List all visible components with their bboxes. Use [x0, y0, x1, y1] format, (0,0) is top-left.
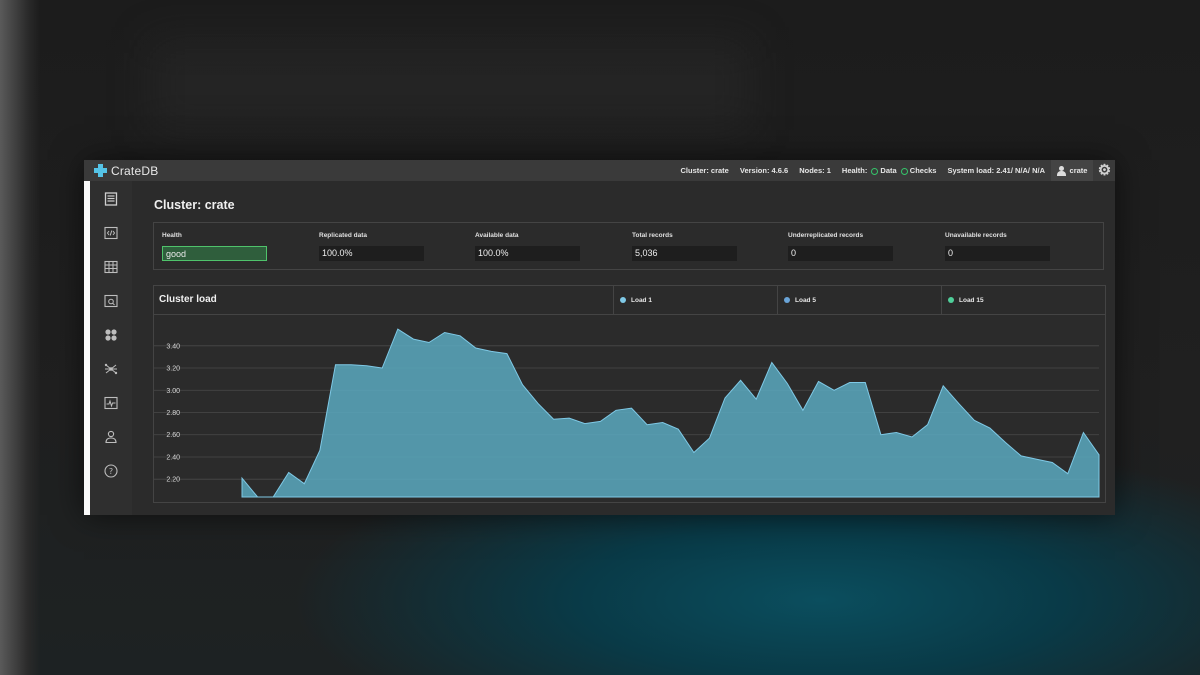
y-tick-label: 2.60: [166, 432, 180, 439]
y-tick-label: 3.20: [166, 366, 180, 373]
cluster-name: Cluster: crate: [680, 166, 729, 175]
cluster-version: Version: 4.6.6: [739, 166, 789, 175]
health-status: Health: Data Checks: [842, 166, 937, 175]
health-value: good: [162, 246, 267, 261]
stat-label: Health: [162, 232, 182, 239]
legend-label: Load 1: [631, 296, 652, 304]
cluster-load-title: Cluster load: [159, 294, 217, 305]
y-tick-label: 3.40: [166, 343, 180, 350]
checks-health-icon: [900, 167, 908, 175]
overview-icon[interactable]: [102, 190, 120, 208]
legend-load-5[interactable]: Load 5: [777, 286, 941, 314]
console-icon[interactable]: [102, 224, 120, 242]
health-data: Data: [880, 166, 897, 175]
legend-swatch: [948, 297, 954, 303]
help-icon[interactable]: ?: [102, 462, 120, 480]
user-icon: [1056, 165, 1066, 176]
cluster-load-panel: Cluster load Load 1 Load 5 Load 15 2.20 2…: [153, 285, 1106, 503]
stat-label: Available data: [475, 232, 519, 239]
legend-load-15[interactable]: Load 15: [941, 286, 1105, 314]
stat-health: Health good: [154, 223, 311, 271]
stat-value: 100.0%: [475, 246, 580, 261]
sidebar: ?: [90, 181, 132, 515]
app-name: CrateDB: [111, 163, 159, 178]
load-1-area: [241, 328, 1100, 498]
y-tick-label: 2.20: [166, 477, 180, 484]
stat-label: Unavailable records: [945, 232, 1007, 239]
tables-icon[interactable]: [102, 258, 120, 276]
stat-available-data: Available data 100.0%: [467, 223, 624, 271]
legend-label: Load 15: [959, 296, 984, 304]
cluster-load-chart: 2.20 2.40 2.60 2.80 3.00 3.20 3.40: [154, 328, 1100, 498]
page-title: Cluster: crate: [154, 198, 235, 212]
cluster-icon[interactable]: [102, 360, 120, 378]
y-tick-label: 2.40: [166, 454, 180, 461]
stat-label: Replicated data: [319, 232, 368, 239]
data-health-icon: [871, 167, 879, 175]
app-window: CrateDB Cluster: crate Version: 4.6.6 No…: [84, 160, 1115, 515]
legend-load-1[interactable]: Load 1: [613, 286, 777, 314]
users-icon[interactable]: [102, 428, 120, 446]
cluster-status: Cluster: crate Version: 4.6.6 Nodes: 1 H…: [681, 160, 1046, 181]
health-checks[interactable]: Checks: [910, 166, 937, 175]
main-content: Cluster: crate Health good Replicated da…: [132, 181, 1115, 515]
stat-value: 5,036: [632, 246, 737, 261]
cluster-stats-panel: Health good Replicated data 100.0% Avail…: [153, 222, 1104, 270]
y-tick-label: 3.00: [166, 388, 180, 395]
stat-replicated-data: Replicated data 100.0%: [311, 223, 468, 271]
health-label: Health:: [841, 166, 868, 175]
user-menu[interactable]: crate: [1051, 160, 1093, 181]
top-bar: CrateDB Cluster: crate Version: 4.6.6 No…: [84, 160, 1115, 181]
cluster-load-header: Cluster load Load 1 Load 5 Load 15: [154, 286, 1105, 315]
system-load: System load: 2.41/ N/A/ N/A: [947, 166, 1045, 175]
crate-logo[interactable]: CrateDB: [94, 163, 158, 178]
stat-value: 0: [945, 246, 1050, 261]
crate-plus-icon: [94, 164, 107, 177]
node-count: Nodes: 1: [799, 166, 831, 175]
legend-swatch: [620, 297, 626, 303]
stat-underreplicated-records: Underreplicated records 0: [780, 223, 937, 271]
stat-value: 100.0%: [319, 246, 424, 261]
user-name: crate: [1069, 166, 1088, 175]
monitoring-icon[interactable]: [102, 394, 120, 412]
stat-label: Underreplicated records: [788, 232, 864, 239]
svg-text:?: ?: [109, 467, 113, 476]
views-icon[interactable]: [102, 292, 120, 310]
y-tick-label: 2.80: [166, 410, 180, 417]
legend-label: Load 5: [795, 296, 816, 304]
background-blur-top: [150, 40, 750, 130]
stat-value: 0: [788, 246, 893, 261]
gear-icon[interactable]: ⚙: [1096, 162, 1113, 179]
shards-icon[interactable]: [102, 326, 120, 344]
legend-swatch: [784, 297, 790, 303]
stat-label: Total records: [632, 232, 673, 239]
stat-total-records: Total records 5,036: [624, 223, 781, 271]
background-blur-left: [0, 0, 40, 675]
stat-unavailable-records: Unavailable records 0: [937, 223, 1094, 271]
